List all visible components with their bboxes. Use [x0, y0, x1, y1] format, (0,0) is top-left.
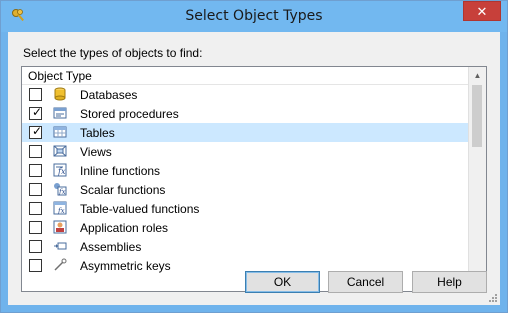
list-item[interactable]: Databases [22, 85, 470, 104]
vertical-scrollbar[interactable]: ▲ ▼ [468, 67, 486, 291]
list-item[interactable]: fx Scalar functions [22, 180, 470, 199]
list-item-label: Assemblies [80, 240, 142, 254]
application-role-icon [53, 220, 67, 234]
scalar-function-icon: fx [53, 182, 67, 196]
assembly-icon [53, 239, 67, 253]
help-button[interactable]: Help [412, 271, 487, 293]
list-item-label: Asymmetric keys [80, 259, 171, 273]
database-icon [53, 87, 67, 101]
scroll-up-icon[interactable]: ▲ [469, 67, 486, 84]
resize-grip-icon[interactable] [488, 293, 498, 303]
checkbox[interactable] [29, 183, 42, 196]
list-rows: Databases ✓ Stored procedures ✓ Tables Views f… [22, 85, 470, 275]
dialog-body: Select the types of objects to find: Obj… [8, 32, 500, 305]
table-icon [53, 125, 67, 139]
list-item-label: Tables [80, 126, 115, 140]
title-bar[interactable]: Select Object Types ✕ [1, 1, 507, 32]
list-item-label: Table-valued functions [80, 202, 200, 216]
list-item-label: Databases [80, 88, 138, 102]
list-item-label: Application roles [80, 221, 169, 235]
checkbox[interactable] [29, 221, 42, 234]
close-icon: ✕ [476, 4, 488, 19]
dialog-window: Select Object Types ✕ Select the types o… [0, 0, 508, 313]
list-item-label: Inline functions [80, 164, 161, 178]
list-item[interactable]: Views [22, 142, 470, 161]
object-type-list[interactable]: Object Type Databases ✓ Stored procedures ✓… [21, 66, 487, 292]
list-item-label: Stored procedures [80, 107, 179, 121]
list-item[interactable]: ✓ Tables [22, 123, 470, 142]
table-valued-function-icon: fx [53, 201, 67, 215]
column-header-object-type: Object Type [28, 69, 92, 83]
cancel-button[interactable]: Cancel [328, 271, 403, 293]
checkbox[interactable]: ✓ [29, 124, 43, 139]
svg-text:fx: fx [58, 188, 66, 196]
window-title: Select Object Types [185, 8, 323, 24]
list-item[interactable]: Application roles [22, 218, 470, 237]
checkbox[interactable] [29, 164, 42, 177]
svg-text:fx: fx [57, 167, 66, 176]
stored-procedure-icon [53, 106, 67, 120]
scroll-thumb[interactable] [472, 85, 482, 147]
list-header[interactable]: Object Type [22, 67, 470, 85]
checkbox[interactable] [29, 145, 42, 158]
list-item[interactable]: ✓ Stored procedures [22, 104, 470, 123]
close-button[interactable]: ✕ [463, 1, 501, 21]
checkbox[interactable] [29, 259, 42, 272]
list-item[interactable]: fx Table-valued functions [22, 199, 470, 218]
list-item[interactable]: Assemblies [22, 237, 470, 256]
list-item-label: Views [80, 145, 112, 159]
view-icon [53, 144, 67, 158]
ok-button[interactable]: OK [245, 271, 320, 293]
prompt-label: Select the types of objects to find: [23, 46, 203, 60]
inline-function-icon: fx [53, 163, 67, 177]
svg-text:fx: fx [57, 207, 65, 215]
list-item-label: Scalar functions [80, 183, 166, 197]
checkbox[interactable] [29, 202, 42, 215]
checkbox[interactable] [29, 240, 42, 253]
checkbox[interactable]: ✓ [29, 105, 43, 120]
checkmark-icon: ✓ [32, 105, 43, 119]
asymmetric-key-icon [53, 258, 67, 272]
checkmark-icon: ✓ [32, 124, 43, 138]
list-item[interactable]: fx Inline functions [22, 161, 470, 180]
checkbox[interactable] [29, 88, 42, 101]
